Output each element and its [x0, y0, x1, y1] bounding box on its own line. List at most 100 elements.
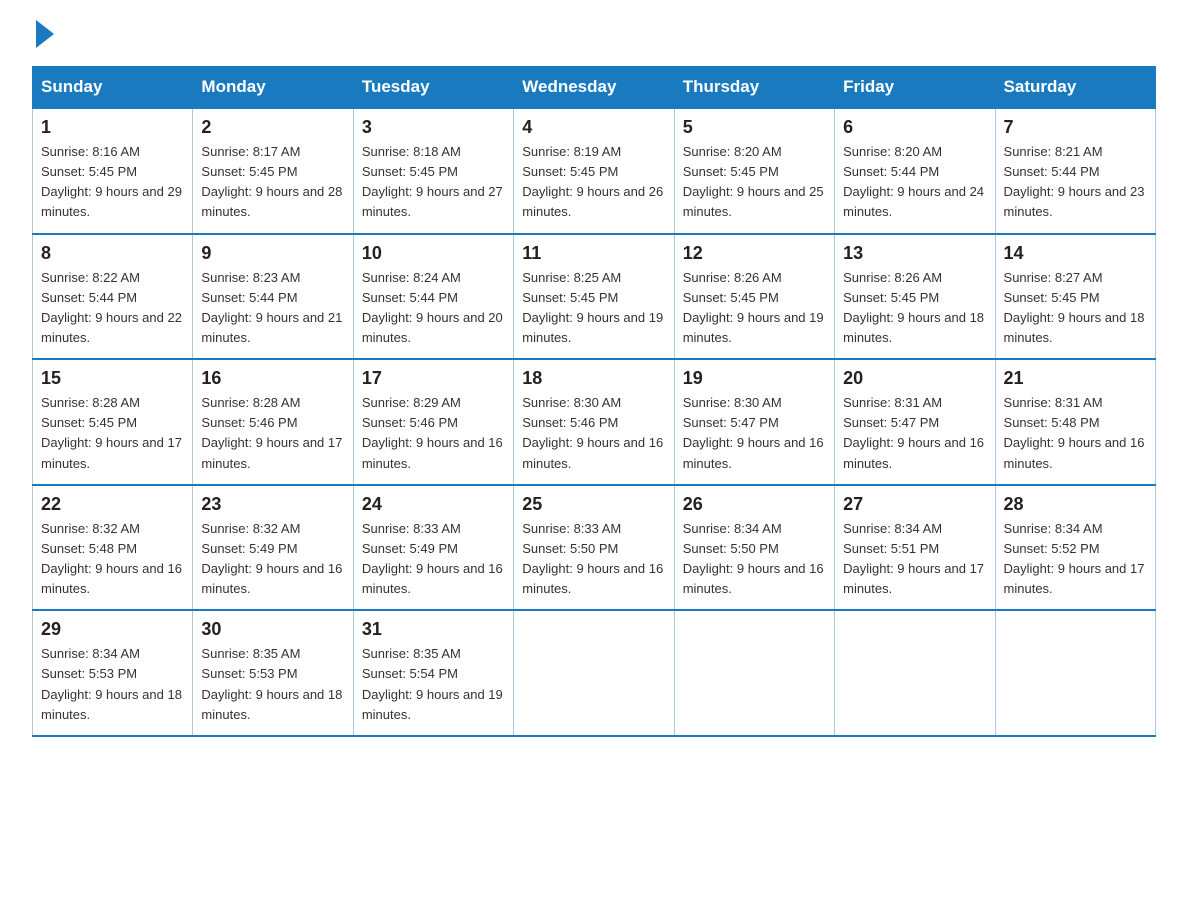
calendar-week-5: 29 Sunrise: 8:34 AMSunset: 5:53 PMDaylig… — [33, 610, 1156, 736]
day-info: Sunrise: 8:35 AMSunset: 5:53 PMDaylight:… — [201, 646, 342, 721]
day-info: Sunrise: 8:26 AMSunset: 5:45 PMDaylight:… — [683, 270, 824, 345]
calendar-cell: 8 Sunrise: 8:22 AMSunset: 5:44 PMDayligh… — [33, 234, 193, 360]
day-number: 31 — [362, 619, 505, 640]
day-info: Sunrise: 8:17 AMSunset: 5:45 PMDaylight:… — [201, 144, 342, 219]
page-header — [32, 24, 1156, 48]
day-info: Sunrise: 8:30 AMSunset: 5:47 PMDaylight:… — [683, 395, 824, 470]
day-number: 30 — [201, 619, 344, 640]
day-info: Sunrise: 8:35 AMSunset: 5:54 PMDaylight:… — [362, 646, 503, 721]
day-number: 16 — [201, 368, 344, 389]
calendar-cell: 30 Sunrise: 8:35 AMSunset: 5:53 PMDaylig… — [193, 610, 353, 736]
day-header-wednesday: Wednesday — [514, 67, 674, 109]
calendar-cell — [514, 610, 674, 736]
day-number: 14 — [1004, 243, 1147, 264]
calendar-cell: 15 Sunrise: 8:28 AMSunset: 5:45 PMDaylig… — [33, 359, 193, 485]
calendar-cell: 27 Sunrise: 8:34 AMSunset: 5:51 PMDaylig… — [835, 485, 995, 611]
day-number: 7 — [1004, 117, 1147, 138]
day-info: Sunrise: 8:33 AMSunset: 5:50 PMDaylight:… — [522, 521, 663, 596]
day-number: 26 — [683, 494, 826, 515]
day-number: 6 — [843, 117, 986, 138]
day-info: Sunrise: 8:21 AMSunset: 5:44 PMDaylight:… — [1004, 144, 1145, 219]
calendar-cell: 18 Sunrise: 8:30 AMSunset: 5:46 PMDaylig… — [514, 359, 674, 485]
day-info: Sunrise: 8:34 AMSunset: 5:52 PMDaylight:… — [1004, 521, 1145, 596]
calendar-table: SundayMondayTuesdayWednesdayThursdayFrid… — [32, 66, 1156, 737]
calendar-cell: 16 Sunrise: 8:28 AMSunset: 5:46 PMDaylig… — [193, 359, 353, 485]
day-number: 19 — [683, 368, 826, 389]
calendar-cell: 7 Sunrise: 8:21 AMSunset: 5:44 PMDayligh… — [995, 108, 1155, 234]
day-info: Sunrise: 8:32 AMSunset: 5:48 PMDaylight:… — [41, 521, 182, 596]
day-number: 23 — [201, 494, 344, 515]
calendar-cell: 22 Sunrise: 8:32 AMSunset: 5:48 PMDaylig… — [33, 485, 193, 611]
day-number: 25 — [522, 494, 665, 515]
day-info: Sunrise: 8:34 AMSunset: 5:51 PMDaylight:… — [843, 521, 984, 596]
day-number: 12 — [683, 243, 826, 264]
day-header-friday: Friday — [835, 67, 995, 109]
calendar-cell — [995, 610, 1155, 736]
day-info: Sunrise: 8:27 AMSunset: 5:45 PMDaylight:… — [1004, 270, 1145, 345]
day-number: 2 — [201, 117, 344, 138]
calendar-cell: 19 Sunrise: 8:30 AMSunset: 5:47 PMDaylig… — [674, 359, 834, 485]
calendar-cell: 10 Sunrise: 8:24 AMSunset: 5:44 PMDaylig… — [353, 234, 513, 360]
day-info: Sunrise: 8:20 AMSunset: 5:45 PMDaylight:… — [683, 144, 824, 219]
day-number: 3 — [362, 117, 505, 138]
calendar-cell: 24 Sunrise: 8:33 AMSunset: 5:49 PMDaylig… — [353, 485, 513, 611]
logo — [32, 24, 54, 48]
calendar-cell: 12 Sunrise: 8:26 AMSunset: 5:45 PMDaylig… — [674, 234, 834, 360]
day-number: 29 — [41, 619, 184, 640]
calendar-cell: 20 Sunrise: 8:31 AMSunset: 5:47 PMDaylig… — [835, 359, 995, 485]
day-info: Sunrise: 8:31 AMSunset: 5:48 PMDaylight:… — [1004, 395, 1145, 470]
day-info: Sunrise: 8:20 AMSunset: 5:44 PMDaylight:… — [843, 144, 984, 219]
calendar-cell: 1 Sunrise: 8:16 AMSunset: 5:45 PMDayligh… — [33, 108, 193, 234]
calendar-cell: 31 Sunrise: 8:35 AMSunset: 5:54 PMDaylig… — [353, 610, 513, 736]
day-header-saturday: Saturday — [995, 67, 1155, 109]
logo-blue-text — [32, 24, 54, 48]
calendar-cell: 25 Sunrise: 8:33 AMSunset: 5:50 PMDaylig… — [514, 485, 674, 611]
day-header-monday: Monday — [193, 67, 353, 109]
calendar-cell: 9 Sunrise: 8:23 AMSunset: 5:44 PMDayligh… — [193, 234, 353, 360]
day-info: Sunrise: 8:24 AMSunset: 5:44 PMDaylight:… — [362, 270, 503, 345]
day-info: Sunrise: 8:23 AMSunset: 5:44 PMDaylight:… — [201, 270, 342, 345]
day-number: 13 — [843, 243, 986, 264]
calendar-cell: 29 Sunrise: 8:34 AMSunset: 5:53 PMDaylig… — [33, 610, 193, 736]
calendar-cell — [835, 610, 995, 736]
day-number: 1 — [41, 117, 184, 138]
day-info: Sunrise: 8:26 AMSunset: 5:45 PMDaylight:… — [843, 270, 984, 345]
day-number: 24 — [362, 494, 505, 515]
day-number: 4 — [522, 117, 665, 138]
day-number: 15 — [41, 368, 184, 389]
day-info: Sunrise: 8:28 AMSunset: 5:46 PMDaylight:… — [201, 395, 342, 470]
day-number: 8 — [41, 243, 184, 264]
day-info: Sunrise: 8:31 AMSunset: 5:47 PMDaylight:… — [843, 395, 984, 470]
day-number: 22 — [41, 494, 184, 515]
calendar-week-4: 22 Sunrise: 8:32 AMSunset: 5:48 PMDaylig… — [33, 485, 1156, 611]
day-number: 5 — [683, 117, 826, 138]
calendar-cell: 21 Sunrise: 8:31 AMSunset: 5:48 PMDaylig… — [995, 359, 1155, 485]
day-info: Sunrise: 8:32 AMSunset: 5:49 PMDaylight:… — [201, 521, 342, 596]
calendar-cell: 3 Sunrise: 8:18 AMSunset: 5:45 PMDayligh… — [353, 108, 513, 234]
calendar-cell: 5 Sunrise: 8:20 AMSunset: 5:45 PMDayligh… — [674, 108, 834, 234]
calendar-cell: 4 Sunrise: 8:19 AMSunset: 5:45 PMDayligh… — [514, 108, 674, 234]
calendar-week-2: 8 Sunrise: 8:22 AMSunset: 5:44 PMDayligh… — [33, 234, 1156, 360]
day-info: Sunrise: 8:29 AMSunset: 5:46 PMDaylight:… — [362, 395, 503, 470]
calendar-cell: 26 Sunrise: 8:34 AMSunset: 5:50 PMDaylig… — [674, 485, 834, 611]
day-header-sunday: Sunday — [33, 67, 193, 109]
calendar-header-row: SundayMondayTuesdayWednesdayThursdayFrid… — [33, 67, 1156, 109]
calendar-cell: 2 Sunrise: 8:17 AMSunset: 5:45 PMDayligh… — [193, 108, 353, 234]
day-number: 9 — [201, 243, 344, 264]
calendar-cell: 11 Sunrise: 8:25 AMSunset: 5:45 PMDaylig… — [514, 234, 674, 360]
day-info: Sunrise: 8:18 AMSunset: 5:45 PMDaylight:… — [362, 144, 503, 219]
day-info: Sunrise: 8:19 AMSunset: 5:45 PMDaylight:… — [522, 144, 663, 219]
day-number: 10 — [362, 243, 505, 264]
calendar-week-3: 15 Sunrise: 8:28 AMSunset: 5:45 PMDaylig… — [33, 359, 1156, 485]
day-number: 18 — [522, 368, 665, 389]
day-info: Sunrise: 8:22 AMSunset: 5:44 PMDaylight:… — [41, 270, 182, 345]
day-number: 17 — [362, 368, 505, 389]
calendar-cell — [674, 610, 834, 736]
day-header-thursday: Thursday — [674, 67, 834, 109]
day-info: Sunrise: 8:25 AMSunset: 5:45 PMDaylight:… — [522, 270, 663, 345]
day-info: Sunrise: 8:34 AMSunset: 5:53 PMDaylight:… — [41, 646, 182, 721]
day-number: 11 — [522, 243, 665, 264]
day-info: Sunrise: 8:30 AMSunset: 5:46 PMDaylight:… — [522, 395, 663, 470]
calendar-cell: 13 Sunrise: 8:26 AMSunset: 5:45 PMDaylig… — [835, 234, 995, 360]
day-header-tuesday: Tuesday — [353, 67, 513, 109]
